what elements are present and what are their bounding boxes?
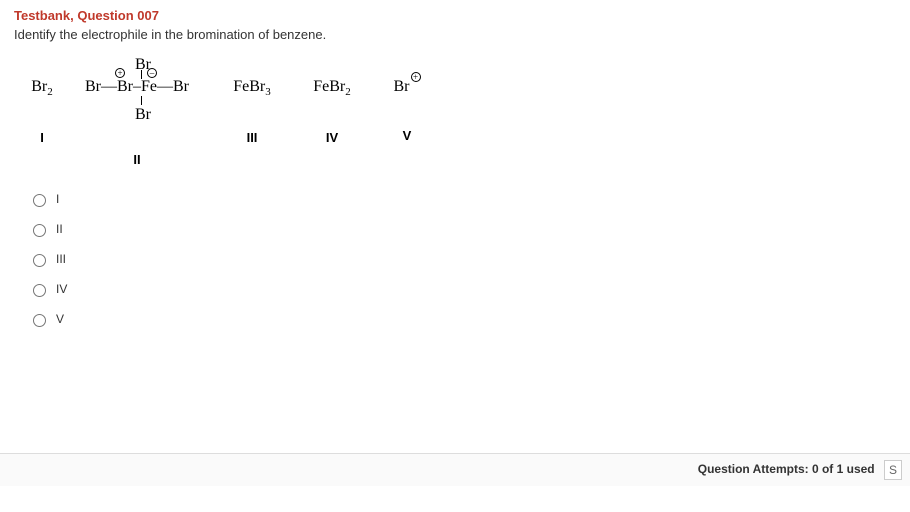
- choice-label-3: III: [56, 252, 66, 266]
- choice-row[interactable]: I: [28, 184, 896, 214]
- radio-choice-1[interactable]: [33, 194, 46, 207]
- answer-choices: I II III IV V: [28, 184, 896, 334]
- radio-choice-4[interactable]: [33, 284, 46, 297]
- choice-label-4: IV: [56, 282, 67, 296]
- br-plus-charge-icon: +: [411, 72, 421, 82]
- figure-label-3: III: [227, 130, 277, 145]
- attempts-text: Question Attempts: 0 of 1 used: [698, 462, 875, 476]
- complex-bottom-br: Br: [135, 106, 151, 124]
- plus-charge-icon: +: [115, 68, 125, 78]
- figure-label-4: IV: [307, 130, 357, 145]
- choice-row[interactable]: III: [28, 244, 896, 274]
- footer-button-fragment[interactable]: S: [884, 460, 902, 480]
- figure-option-5: Br+ V: [387, 78, 427, 143]
- formula-1: Br2: [31, 78, 53, 95]
- figure-label-5: V: [387, 128, 427, 143]
- question-prompt: Identify the electrophile in the bromina…: [14, 27, 896, 42]
- choice-label-5: V: [56, 312, 64, 326]
- minus-charge-icon: –: [147, 68, 157, 78]
- formula-3: FeBr3: [233, 78, 271, 95]
- complex-main: Br—Br–Fe—Br: [77, 78, 197, 96]
- radio-choice-5[interactable]: [33, 314, 46, 327]
- figure-option-3: FeBr3 III: [227, 78, 277, 145]
- question-title: Testbank, Question 007: [14, 8, 896, 23]
- figure-option-2: Br + – Br—Br–Fe—Br Br II: [77, 78, 197, 167]
- choice-row[interactable]: II: [28, 214, 896, 244]
- choice-row[interactable]: V: [28, 304, 896, 334]
- figure-option-4: FeBr2 IV: [307, 78, 357, 145]
- figure-label-1: I: [22, 130, 62, 145]
- footer-bar: Question Attempts: 0 of 1 used S: [0, 453, 910, 486]
- bond-line-bottom: [141, 96, 142, 105]
- radio-choice-2[interactable]: [33, 224, 46, 237]
- formula-5: Br+: [394, 78, 421, 95]
- complex-structure: Br + – Br—Br–Fe—Br Br: [77, 56, 197, 126]
- figure-label-2: II: [77, 152, 197, 167]
- answer-figure: Br2 I Br + – Br—Br–Fe—Br Br II FeBr3 III…: [22, 56, 522, 146]
- figure-option-1: Br2 I: [22, 78, 62, 145]
- radio-choice-3[interactable]: [33, 254, 46, 267]
- formula-4: FeBr2: [313, 78, 351, 95]
- choice-row[interactable]: IV: [28, 274, 896, 304]
- choice-label-1: I: [56, 192, 59, 206]
- question-container: Testbank, Question 007 Identify the elec…: [0, 0, 910, 512]
- choice-label-2: II: [56, 222, 63, 236]
